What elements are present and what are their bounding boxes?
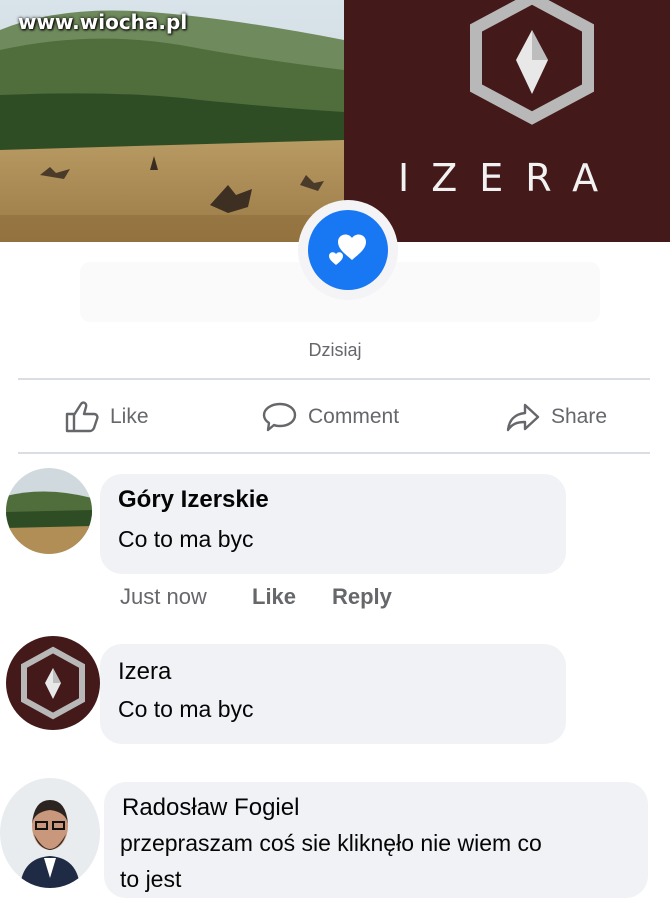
avatar[interactable] [6, 468, 92, 554]
comment-text: Co to ma byc [118, 526, 254, 552]
comment-text: to jest [120, 866, 182, 892]
brand-wordmark: IZERA [398, 156, 621, 200]
comment-like-link[interactable]: Like [252, 584, 296, 610]
share-button[interactable]: Share [505, 400, 607, 434]
post-actions-bar: Like Comment Share [0, 390, 670, 448]
izera-logo-icon [470, 0, 594, 125]
avatar[interactable] [6, 636, 100, 730]
comment-author[interactable]: Radosław Fogiel [122, 794, 299, 822]
post-date: Dzisiaj [308, 340, 362, 360]
divider [18, 452, 650, 454]
avatar[interactable] [0, 778, 100, 888]
love-reaction-icon [329, 234, 366, 265]
person-avatar-image [0, 778, 100, 888]
reaction-badge[interactable] [298, 200, 398, 300]
comment-author[interactable]: Góry Izerskie [118, 486, 269, 514]
thumbs-up-icon [65, 401, 99, 433]
divider [18, 378, 650, 380]
comment-bubble[interactable]: Izera Co to ma byc [100, 644, 566, 744]
comment-bubble[interactable]: Radosław Fogiel przepraszam coś sie klik… [104, 782, 648, 898]
landscape-photo [0, 0, 344, 242]
comment-button[interactable]: Comment [262, 400, 399, 434]
comment-text: Co to ma byc [118, 696, 254, 722]
comment-bubble[interactable]: Góry Izerskie Co to ma byc [100, 474, 566, 574]
share-arrow-icon [506, 403, 540, 432]
comment-bubble-icon [262, 402, 297, 432]
landscape-avatar-image [6, 468, 92, 554]
site-watermark: www.wiocha.pl [18, 10, 188, 34]
brand-panel [344, 0, 670, 242]
comment-timestamp: Just now [120, 584, 207, 609]
comment-text: przepraszam coś sie kliknęło nie wiem co [120, 830, 542, 856]
comment-author[interactable]: Izera [118, 658, 171, 686]
comment-reply-link[interactable]: Reply [332, 584, 392, 610]
izera-logo-icon [21, 646, 85, 720]
like-button[interactable]: Like [64, 400, 149, 434]
